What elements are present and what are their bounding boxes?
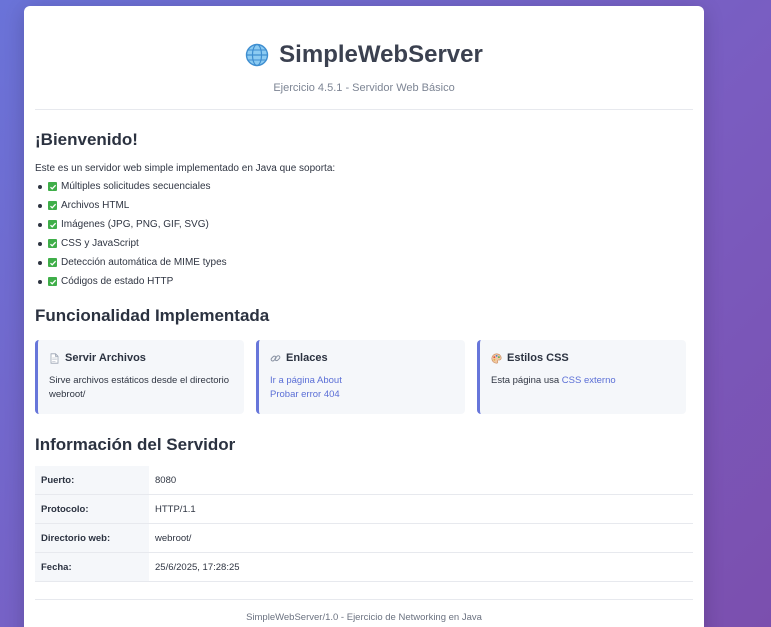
- bullet: [38, 203, 42, 208]
- globe-icon: [245, 43, 269, 67]
- error-404-link[interactable]: Probar error 404: [270, 389, 340, 400]
- card-title-row: Servir Archivos: [49, 352, 244, 364]
- functionality-heading: Funcionalidad Implementada: [35, 306, 270, 325]
- palette-icon: [491, 352, 502, 364]
- feature-label: CSS y JavaScript: [61, 238, 139, 249]
- bullet: [38, 279, 42, 284]
- list-item: Múltiples solicitudes secuenciales: [35, 177, 227, 196]
- info-key: Directorio web:: [35, 523, 149, 553]
- page-footer: SimpleWebServer/1.0 - Ejercicio de Netwo…: [246, 612, 482, 623]
- feature-list: Múltiples solicitudes secuenciales Archi…: [35, 177, 227, 291]
- check-icon: [48, 239, 57, 248]
- info-key: Protocolo:: [35, 494, 149, 524]
- document-icon: [49, 352, 60, 364]
- bullet: [38, 241, 42, 246]
- info-value: HTTP/1.1: [149, 494, 693, 524]
- card-text: Sirve archivos estáticos desde el direct…: [49, 375, 230, 400]
- info-key: Puerto:: [35, 466, 149, 495]
- welcome-heading: ¡Bienvenido!: [35, 130, 138, 149]
- info-value: 25/6/2025, 17:28:25: [149, 552, 693, 582]
- feature-label: Archivos HTML: [61, 200, 130, 211]
- card-links: Ir a página About Probar error 404: [270, 374, 465, 402]
- card-estilos-css: Estilos CSS Esta página usa CSS externo: [477, 340, 686, 414]
- list-item: Detección automática de MIME types: [35, 253, 227, 272]
- feature-label: Imágenes (JPG, PNG, GIF, SVG): [61, 219, 209, 230]
- list-item: Códigos de estado HTTP: [35, 272, 227, 291]
- page-title: SimpleWebServer: [279, 41, 483, 68]
- css-external-link[interactable]: CSS externo: [562, 375, 616, 386]
- server-info-heading: Información del Servidor: [35, 435, 236, 454]
- card-text: Esta página usa CSS externo: [491, 374, 686, 388]
- check-icon: [48, 182, 57, 191]
- check-icon: [48, 277, 57, 286]
- feature-label: Múltiples solicitudes secuenciales: [61, 181, 211, 192]
- list-item: Imágenes (JPG, PNG, GIF, SVG): [35, 215, 227, 234]
- page-header: SimpleWebServer Ejercicio 4.5.1 - Servid…: [24, 6, 704, 94]
- header-divider: [35, 109, 693, 110]
- server-info-table: Puerto: 8080 Protocolo: HTTP/1.1 Directo…: [35, 466, 693, 582]
- bullet: [38, 222, 42, 227]
- feature-cards: Servir Archivos Sirve archivos estáticos…: [35, 340, 686, 414]
- feature-label: Detección automática de MIME types: [61, 257, 227, 268]
- card-enlaces: Enlaces Ir a página About Probar error 4…: [256, 340, 465, 414]
- table-row: Puerto: 8080: [35, 466, 693, 495]
- bullet: [38, 260, 42, 265]
- list-item: CSS y JavaScript: [35, 234, 227, 253]
- card-title-row: Estilos CSS: [491, 352, 686, 364]
- info-key: Fecha:: [35, 552, 149, 582]
- card-title-row: Enlaces: [270, 352, 465, 364]
- page-subtitle: Ejercicio 4.5.1 - Servidor Web Básico: [273, 82, 455, 94]
- link-icon: [270, 353, 281, 364]
- card-servir-archivos: Servir Archivos Sirve archivos estáticos…: [35, 340, 244, 414]
- check-icon: [48, 201, 57, 210]
- about-link[interactable]: Ir a página About: [270, 375, 342, 386]
- info-value: webroot/: [149, 523, 693, 553]
- card-text-prefix: Esta página usa: [491, 375, 562, 386]
- info-value: 8080: [149, 466, 693, 495]
- welcome-intro: Este es un servidor web simple implement…: [35, 163, 336, 174]
- table-row: Directorio web: webroot/: [35, 523, 693, 553]
- footer-divider: [35, 599, 693, 600]
- feature-label: Códigos de estado HTTP: [61, 276, 174, 287]
- card-title: Estilos CSS: [507, 352, 569, 364]
- card-title: Enlaces: [286, 352, 328, 364]
- check-icon: [48, 220, 57, 229]
- list-item: Archivos HTML: [35, 196, 227, 215]
- table-row: Protocolo: HTTP/1.1: [35, 494, 693, 524]
- table-row: Fecha: 25/6/2025, 17:28:25: [35, 552, 693, 582]
- bullet: [38, 184, 42, 189]
- title-row: SimpleWebServer: [24, 40, 704, 70]
- check-icon: [48, 258, 57, 267]
- card-title: Servir Archivos: [65, 352, 146, 364]
- main-card: SimpleWebServer Ejercicio 4.5.1 - Servid…: [24, 6, 704, 627]
